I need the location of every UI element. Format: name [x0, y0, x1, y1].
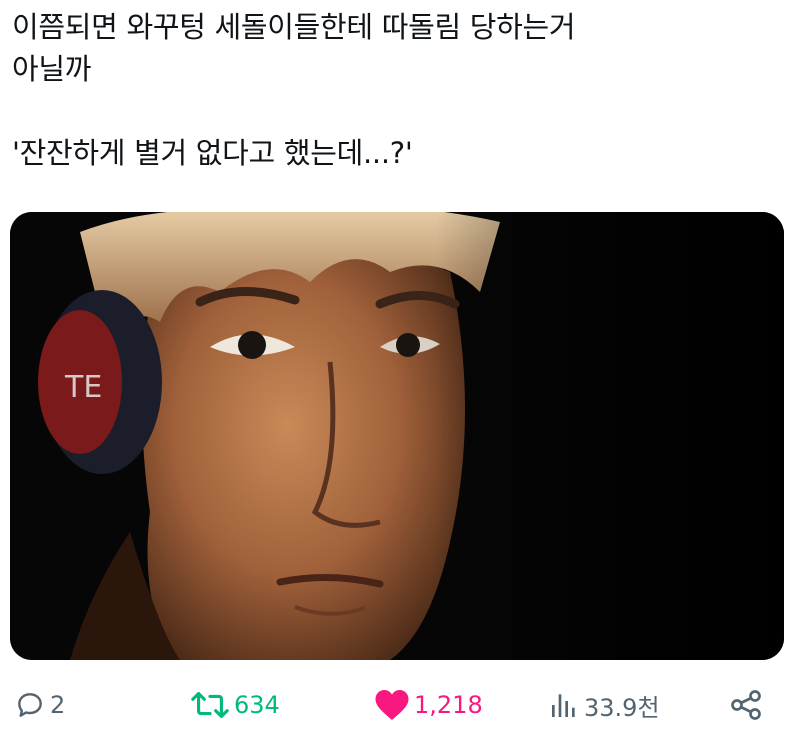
tweet-image[interactable]: TE: [10, 212, 784, 660]
share-icon: [731, 690, 761, 720]
heart-icon: [375, 690, 409, 720]
tweet-action-bar: 2 634 1,218 33.9천: [0, 676, 800, 734]
analytics-icon: [552, 694, 575, 717]
views-button[interactable]: 33.9천: [548, 676, 660, 734]
tweet-text: 이쯤되면 와꾸텅 세돌이들한테 따돌림 당하는거 아닐까 '잔잔하게 별거 없다…: [12, 10, 576, 170]
reply-count: 2: [50, 691, 66, 719]
retweet-icon: [191, 692, 229, 718]
reply-icon: [18, 693, 42, 717]
reply-button[interactable]: 2: [14, 676, 65, 734]
retweet-button[interactable]: 634: [190, 676, 280, 734]
views-count: 33.9천: [584, 693, 660, 722]
like-button[interactable]: 1,218: [374, 676, 483, 734]
share-button[interactable]: [728, 676, 764, 734]
retweet-count: 634: [234, 691, 280, 719]
like-count: 1,218: [414, 691, 483, 719]
